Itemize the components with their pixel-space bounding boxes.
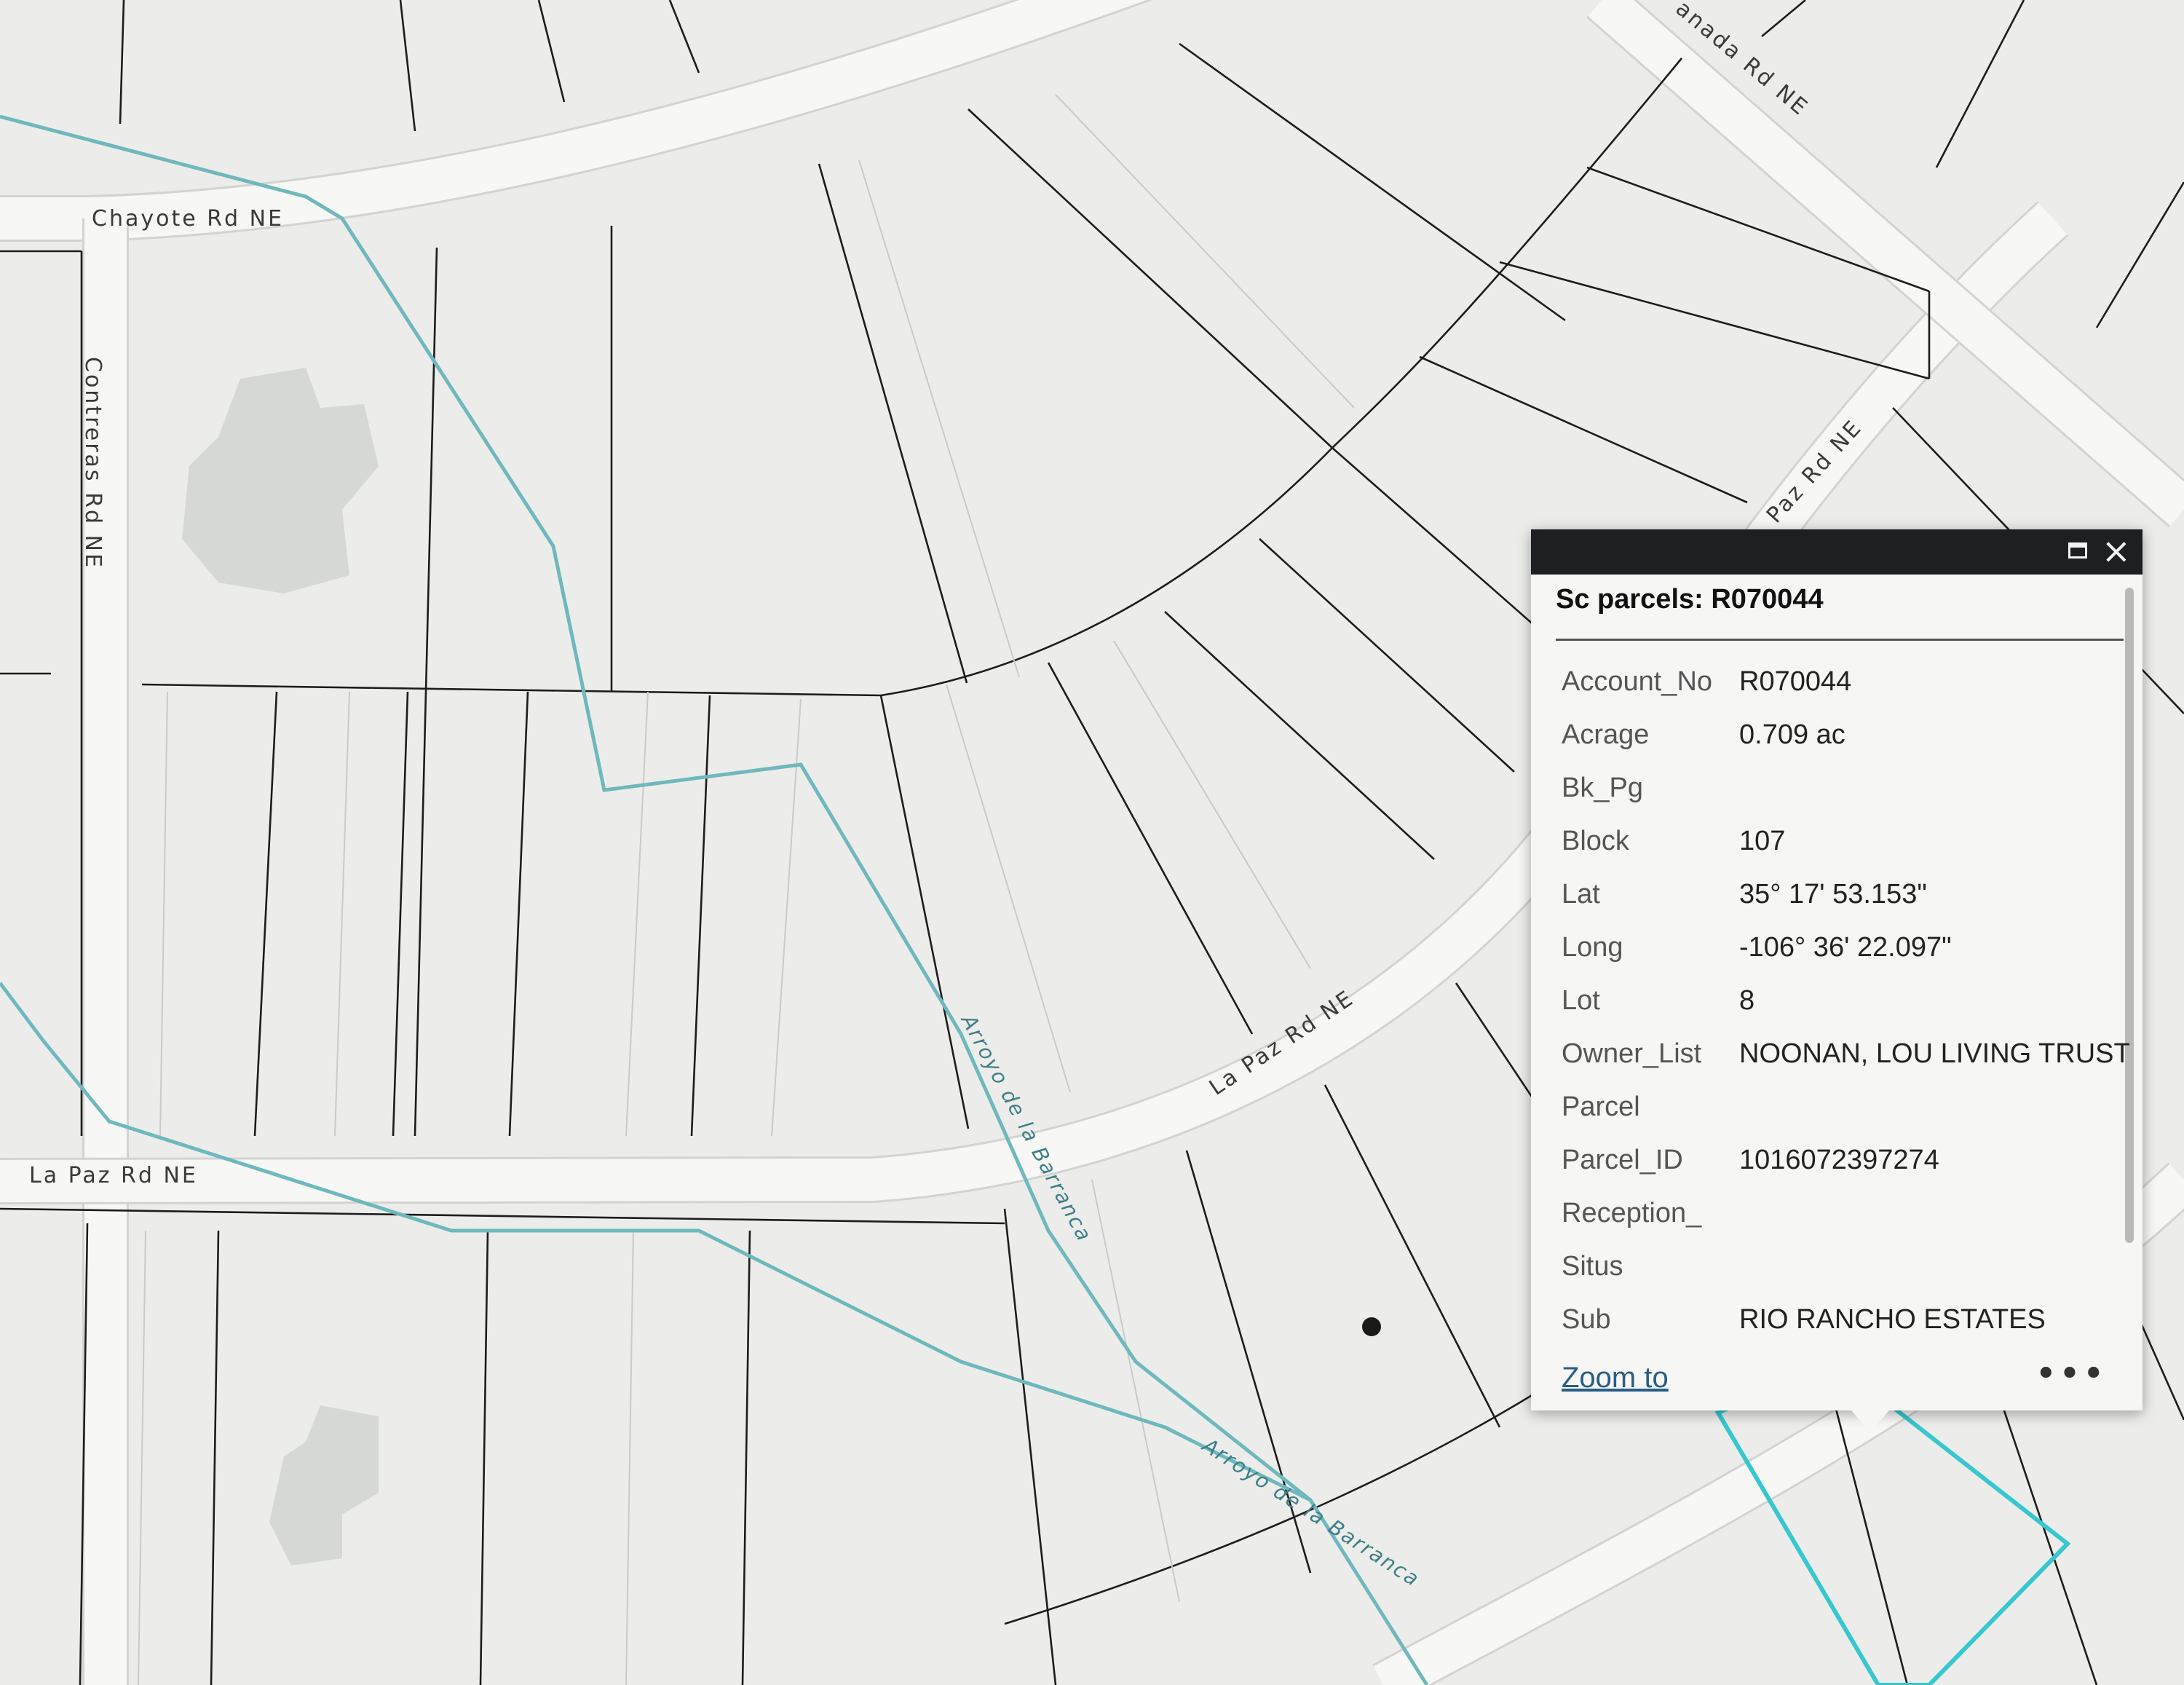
attribute-row: Reception_ (1562, 1186, 2129, 1239)
attribute-list: Account_No R070044 Acrage 0.709 ac Bk_Pg B… (1562, 655, 2129, 1376)
building-footprint (269, 1405, 379, 1566)
chayote-road (0, 0, 1147, 240)
arroyo-stream-branch (0, 982, 1312, 1502)
attribute-value: -106° 36' 22.097" (1739, 932, 1952, 963)
attribute-key: Acrage (1562, 719, 1650, 750)
attribute-key: Parcel_ID (1562, 1145, 1683, 1175)
attribute-key: Bk_Pg (1562, 773, 1643, 803)
popup-divider (1556, 639, 2124, 641)
attribute-row: Situs (1562, 1239, 2129, 1293)
attribute-key: Block (1562, 826, 1629, 856)
arroyo-label: Arroyo de la Barranca (1198, 1432, 1425, 1592)
attribute-key: Reception_ (1562, 1198, 1702, 1228)
contreras-road-label: Contreras Rd NE (80, 357, 106, 569)
attribute-key: Long (1562, 932, 1623, 963)
attribute-key: Situs (1562, 1251, 1623, 1282)
zoom-to-link[interactable]: Zoom to (1562, 1362, 1669, 1394)
attribute-value: 107 (1739, 826, 1786, 856)
attribute-key: Parcel (1562, 1092, 1640, 1122)
attribute-row: Block 107 (1562, 814, 2129, 867)
attribute-value: 35° 17' 53.153" (1739, 879, 1927, 909)
attribute-row: Account_No R070044 (1562, 655, 2129, 708)
building-footprint (182, 368, 379, 593)
location-marker (1362, 1317, 1381, 1336)
attribute-row: Bk_Pg (1562, 761, 2129, 814)
popup-title: Sc parcels: R070044 (1556, 584, 1824, 615)
attribute-row: Lat 35° 17' 53.153" (1562, 867, 2129, 920)
attribute-key: Lat (1562, 879, 1600, 909)
attribute-row: Lot 8 (1562, 974, 2129, 1027)
attribute-value: R070044 (1739, 666, 1852, 697)
popup-pointer (1851, 1410, 1889, 1432)
maximize-icon[interactable] (2068, 542, 2087, 559)
canada-road (1587, 0, 2184, 526)
attribute-key: Owner_List (1562, 1038, 1702, 1069)
attribute-row: Acrage 0.709 ac (1562, 708, 2129, 761)
attribute-row: Parcel_ID 1016072397274 (1562, 1133, 2129, 1186)
attribute-row: Owner_List NOONAN, LOU LIVING TRUST (1562, 1027, 2129, 1080)
chayote-road-label: Chayote Rd NE (92, 206, 284, 232)
attribute-key: Lot (1562, 985, 1600, 1016)
attribute-value: 8 (1739, 985, 1755, 1016)
la-paz-road-label: La Paz Rd NE (29, 1163, 198, 1188)
attribute-row: Parcel (1562, 1080, 2129, 1133)
close-icon[interactable]: × (2102, 532, 2131, 570)
attribute-key: Account_No (1562, 666, 1713, 697)
popup-titlebar: × (1531, 529, 2143, 575)
attribute-value: NOONAN, LOU LIVING TRUST (1739, 1038, 2129, 1069)
attribute-value: 1016072397274 (1739, 1145, 1939, 1175)
attribute-row: Long -106° 36' 22.097" (1562, 920, 2129, 974)
attribute-value: 0.709 ac (1739, 719, 1845, 750)
more-options-icon[interactable]: ••• (2035, 1352, 2106, 1396)
parcel-popup[interactable]: × Sc parcels: R070044 Account_No R070044 … (1531, 529, 2143, 1432)
